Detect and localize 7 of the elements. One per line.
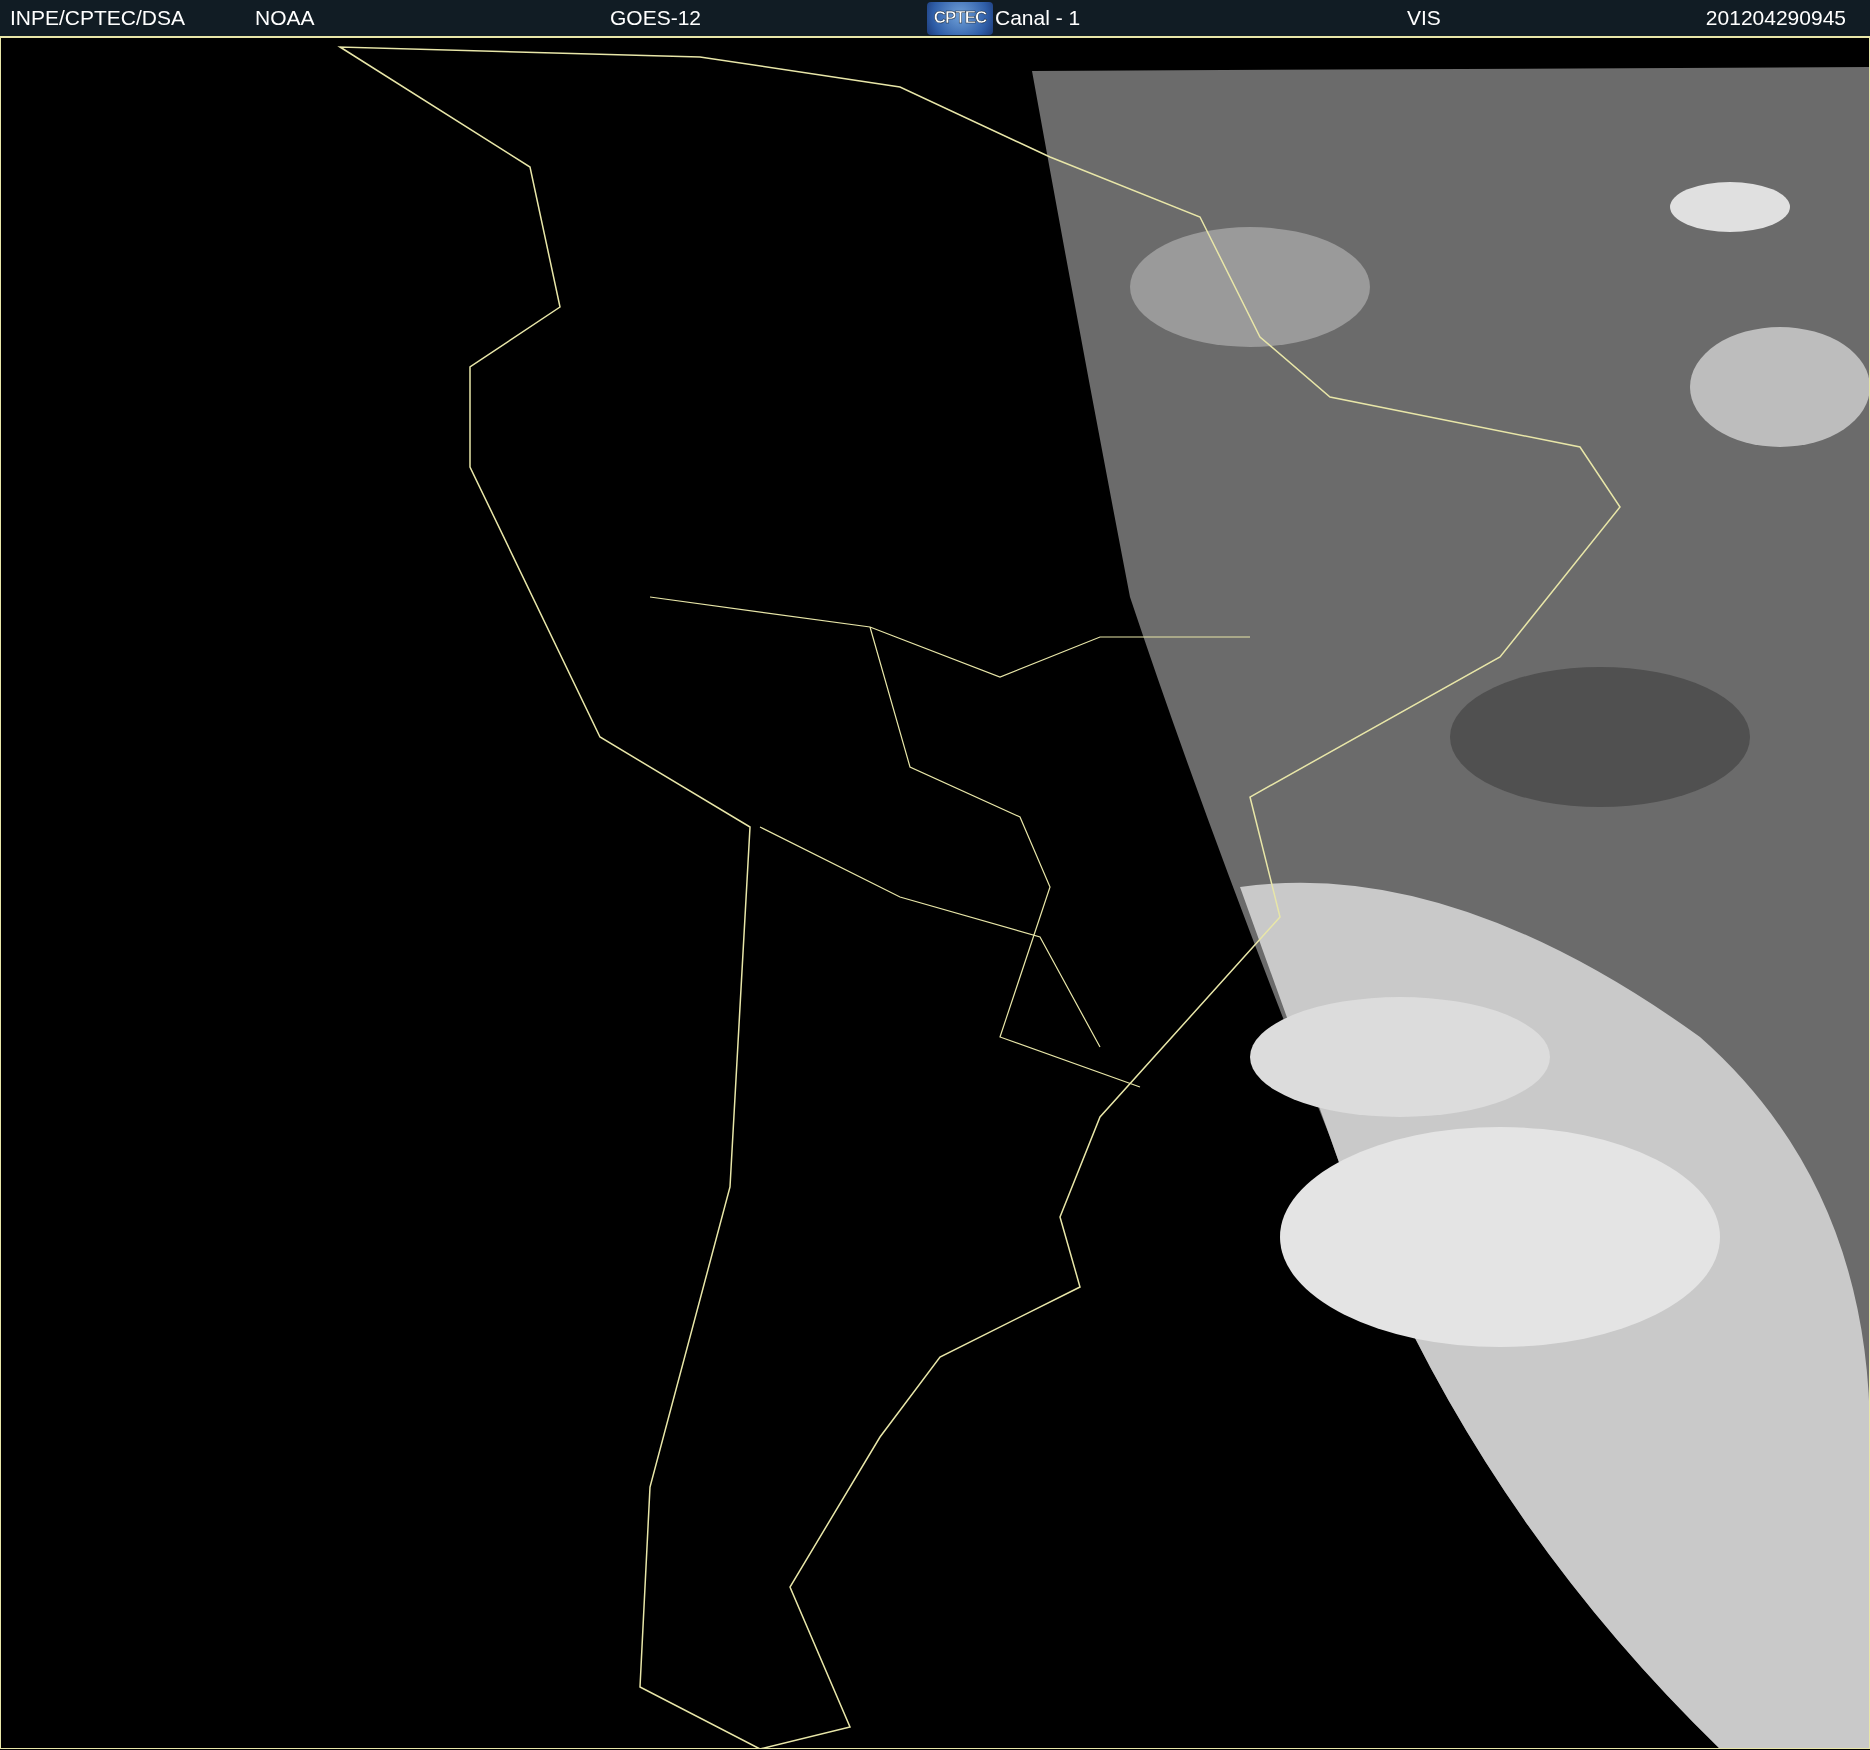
channel-label: Canal - 1: [995, 6, 1081, 30]
satellite-label: GOES-12: [610, 6, 702, 30]
agency-label: NOAA: [255, 6, 315, 30]
band-label: VIS: [1407, 6, 1441, 30]
source-label: INPE/CPTEC/DSA: [10, 6, 186, 30]
logo: CPTEC: [927, 1, 993, 35]
timestamp-label: 201204290945: [1705, 6, 1846, 30]
